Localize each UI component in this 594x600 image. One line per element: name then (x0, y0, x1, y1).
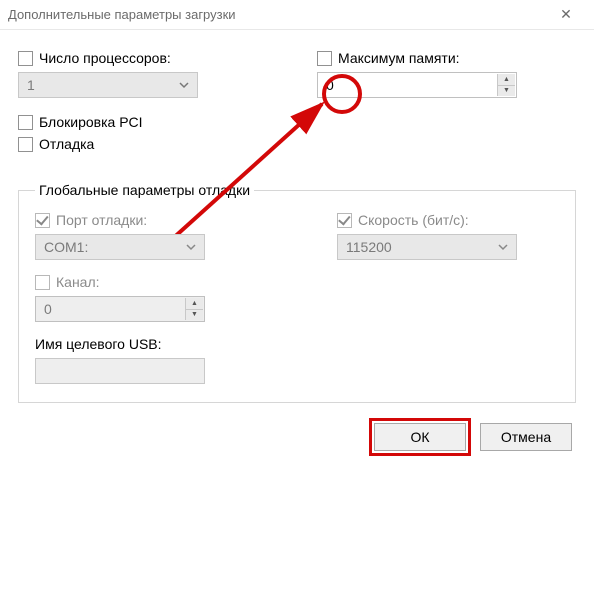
debug-port-label: Порт отладки: (56, 212, 147, 228)
max-memory-label: Максимум памяти: (338, 50, 460, 66)
debug-port-value: COM1: (44, 239, 88, 255)
baud-label: Скорость (бит/с): (358, 212, 469, 228)
debug-port-dropdown: COM1: (35, 234, 205, 260)
baud-dropdown: 115200 (337, 234, 517, 260)
spinner-up-icon: ▲ (185, 298, 203, 310)
usb-target-label: Имя целевого USB: (35, 336, 257, 352)
chevron-down-icon (179, 77, 189, 93)
cpu-count-checkbox[interactable] (18, 51, 33, 66)
baud-value: 115200 (346, 239, 392, 255)
cancel-button[interactable]: Отмена (480, 423, 572, 451)
debug-checkbox[interactable] (18, 137, 33, 152)
global-debug-group: Глобальные параметры отладки Порт отладк… (18, 182, 576, 403)
channel-spinbox: 0 ▲ ▼ (35, 296, 205, 322)
pci-lock-label: Блокировка PCI (39, 114, 143, 130)
chevron-down-icon (186, 239, 196, 255)
max-memory-spinbox[interactable]: 0 ▲ ▼ (317, 72, 517, 98)
close-icon[interactable]: ✕ (546, 0, 586, 30)
global-debug-legend: Глобальные параметры отладки (35, 182, 254, 198)
cpu-count-value: 1 (27, 77, 35, 93)
cpu-count-label: Число процессоров: (39, 50, 171, 66)
spinner-down-icon: ▼ (185, 310, 203, 321)
usb-target-input (35, 358, 205, 384)
baud-checkbox (337, 213, 352, 228)
window-title: Дополнительные параметры загрузки (8, 7, 546, 22)
cpu-count-dropdown[interactable]: 1 (18, 72, 198, 98)
debug-port-checkbox (35, 213, 50, 228)
max-memory-checkbox[interactable] (317, 51, 332, 66)
channel-checkbox (35, 275, 50, 290)
titlebar: Дополнительные параметры загрузки ✕ (0, 0, 594, 30)
chevron-down-icon (498, 239, 508, 255)
debug-label: Отладка (39, 136, 94, 152)
dialog-content: Число процессоров: 1 Блокировка PCI Отла… (0, 30, 594, 463)
spinner-up-icon[interactable]: ▲ (497, 74, 515, 86)
channel-label: Канал: (56, 274, 100, 290)
max-memory-value: 0 (326, 77, 334, 93)
pci-lock-checkbox[interactable] (18, 115, 33, 130)
spinner-down-icon[interactable]: ▼ (497, 86, 515, 97)
ok-button[interactable]: ОК (374, 423, 466, 451)
dialog-buttons: ОК Отмена (18, 423, 576, 451)
channel-value: 0 (44, 301, 52, 317)
